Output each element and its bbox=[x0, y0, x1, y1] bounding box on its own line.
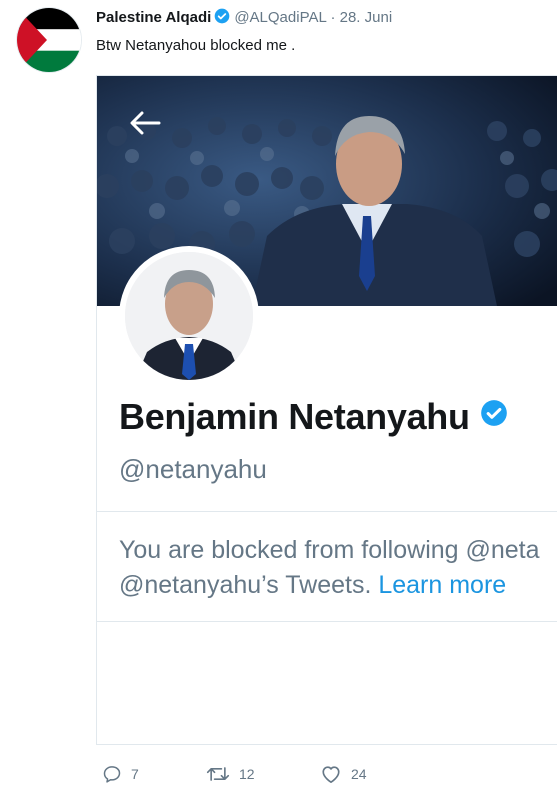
author-handle[interactable]: @ALQadiPAL bbox=[234, 9, 326, 26]
retweet-count: 12 bbox=[239, 766, 255, 782]
palestine-flag-avatar bbox=[17, 8, 81, 72]
verified-badge-icon bbox=[214, 8, 230, 28]
retweet-icon bbox=[206, 764, 230, 784]
reply-count: 7 bbox=[131, 766, 139, 782]
verified-badge-icon bbox=[480, 394, 508, 436]
attached-screenshot[interactable]: Benjamin Netanyahu @netanyahu You are bl… bbox=[96, 75, 557, 745]
tweet-header: Palestine Alqadi @ALQadiPAL · 28. Juni bbox=[96, 8, 392, 28]
display-name-text: Benjamin Netanyahu bbox=[119, 396, 470, 437]
separator-dot: · bbox=[330, 9, 336, 26]
like-button[interactable]: 24 bbox=[320, 764, 367, 784]
learn-more-link[interactable]: Learn more bbox=[378, 571, 506, 599]
blocked-message-line1: You are blocked from following @neta bbox=[119, 536, 540, 564]
profile-handle: @netanyahu bbox=[119, 454, 267, 484]
like-count: 24 bbox=[351, 766, 367, 782]
blocked-message-line2-prefix: @netanyahu’s Tweets. bbox=[119, 571, 379, 599]
divider bbox=[97, 621, 557, 622]
reply-button[interactable]: 7 bbox=[102, 764, 139, 784]
author-name[interactable]: Palestine Alqadi bbox=[96, 9, 211, 26]
heart-icon bbox=[320, 764, 342, 784]
divider bbox=[97, 511, 557, 512]
profile-photo bbox=[125, 252, 253, 380]
blocked-message: You are blocked from following @neta @ne… bbox=[119, 533, 557, 603]
blocked-message-line2: @netanyahu’s Tweets. Learn more bbox=[119, 568, 557, 603]
reply-icon bbox=[102, 764, 122, 784]
tweet-date[interactable]: 28. Juni bbox=[340, 9, 393, 26]
tweet-text: Btw Netanyahou blocked me . bbox=[96, 37, 296, 54]
retweet-button[interactable]: 12 bbox=[206, 764, 255, 784]
author-avatar[interactable] bbox=[17, 8, 81, 72]
back-arrow-icon[interactable] bbox=[129, 110, 161, 141]
profile-avatar[interactable] bbox=[119, 246, 259, 386]
profile-display-name: Benjamin Netanyahu bbox=[119, 394, 508, 438]
